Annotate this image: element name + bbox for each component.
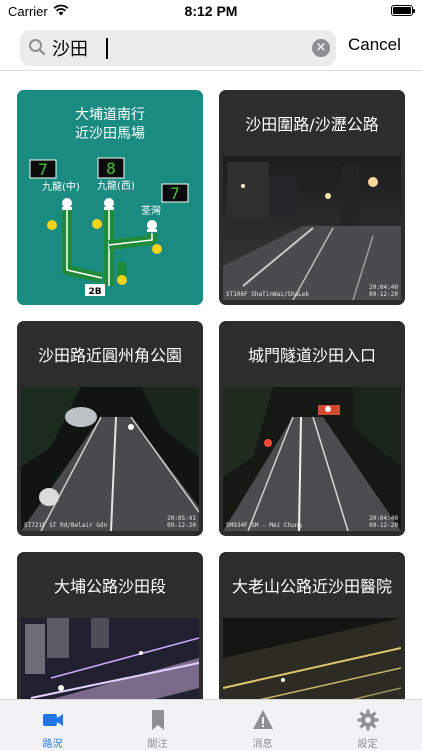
- camera-card[interactable]: 大老山公路近沙田醫院: [219, 552, 405, 699]
- dest-right: 荃灣: [141, 204, 161, 217]
- osd-time: 20:04:40: [369, 284, 398, 291]
- camera-marker: [104, 198, 114, 210]
- camera-title: 大埔公路沙田段: [53, 577, 166, 596]
- map-line1: 大埔道南行: [75, 107, 145, 123]
- osd-date: 09-12-20: [369, 291, 398, 298]
- camera-image: [223, 618, 401, 699]
- text-caret: [106, 38, 108, 59]
- clear-icon[interactable]: ×: [312, 39, 330, 57]
- camera-title: 沙田圍路/沙瀝公路: [245, 115, 379, 134]
- tab-favorites[interactable]: 關注: [105, 700, 210, 751]
- osd-code: ST721F ST Rd/Belair Gdn: [24, 522, 108, 529]
- tab-bar: 路況 關注 消息 設定: [0, 699, 422, 750]
- camera-card[interactable]: 城門隧道沙田入口 SM934F SM - Mei Chung 20:04:40 09…: [219, 321, 405, 536]
- camera-card[interactable]: 大埔道南行 近沙田馬場 7 8 7 九龍(中) 九龍(西) 荃灣 2B: [17, 90, 203, 305]
- osd-time: 20:04:40: [369, 515, 398, 522]
- gear-icon: [315, 709, 420, 731]
- bookmark-icon: [105, 709, 210, 731]
- osd-date: 09-12-20: [167, 522, 196, 529]
- road-sign-map: 大埔道南行 近沙田馬場 7 8 7 九龍(中) 九龍(西) 荃灣 2B: [17, 90, 203, 305]
- camera-image: ST721F ST Rd/Belair Gdn 20:05:41 09-12-20: [21, 387, 199, 531]
- camera-title: 城門隧道沙田入口: [247, 346, 376, 365]
- marker-dot: [92, 219, 102, 229]
- dest-left: 九龍(中): [42, 180, 80, 193]
- tab-label: 設定: [357, 739, 378, 750]
- camera-marker: [147, 220, 157, 232]
- search-field[interactable]: ×: [20, 30, 336, 66]
- tab-label: 消息: [252, 739, 273, 750]
- battery-icon: [391, 5, 415, 16]
- camera-title: 大老山公路近沙田醫院: [231, 577, 392, 596]
- camera-title: 沙田路近圓州角公園: [37, 346, 182, 365]
- marker-dot: [47, 220, 57, 230]
- svg-text:2B: 2B: [88, 287, 101, 297]
- tab-news[interactable]: 消息: [210, 700, 315, 751]
- search-bar: × Cancel: [0, 24, 422, 74]
- route-sign: 2B: [85, 284, 105, 297]
- tab-traffic[interactable]: 路況: [0, 700, 105, 751]
- dest-mid: 九龍(西): [97, 179, 135, 192]
- svg-text:8: 8: [106, 159, 116, 178]
- camera-image: [21, 618, 199, 699]
- speed-sign-right: 7: [161, 183, 189, 203]
- tab-label: 路況: [42, 739, 63, 750]
- svg-text:7: 7: [38, 160, 48, 179]
- status-bar: Carrier 8:12 PM: [0, 0, 422, 24]
- osd-code: ST106F ShaTinWai/ShaLek: [226, 291, 310, 298]
- speed-sign-left: 7: [29, 159, 57, 179]
- camera-card[interactable]: 沙田圍路/沙瀝公路 ST106F ShaTinWai/ShaLek 20:04:4…: [219, 90, 405, 305]
- tab-settings[interactable]: 設定: [315, 700, 420, 751]
- camera-image: SM934F SM - Mei Chung 20:04:40 09-12-20: [223, 387, 401, 531]
- map-line2: 近沙田馬場: [75, 126, 145, 142]
- speed-sign-mid: 8: [97, 157, 125, 179]
- search-input[interactable]: [52, 33, 302, 63]
- camera-marker: [62, 198, 72, 210]
- tab-label: 關注: [147, 739, 168, 750]
- warning-icon: [210, 709, 315, 731]
- cancel-button[interactable]: Cancel: [348, 35, 401, 55]
- video-camera-icon: [0, 709, 105, 731]
- osd-date: 09-12-20: [369, 522, 398, 529]
- svg-text:7: 7: [170, 184, 180, 203]
- clock: 8:12 PM: [184, 3, 238, 19]
- camera-card[interactable]: 沙田路近圓州角公園 ST721F ST Rd/Belair Gdn 20:05:4…: [17, 321, 203, 536]
- camera-card[interactable]: 大埔公路沙田段: [17, 552, 203, 699]
- osd-code: SM934F SM - Mei Chung: [226, 522, 302, 529]
- camera-image: ST106F ShaTinWai/ShaLek 20:04:40 09-12-20: [223, 156, 401, 300]
- marker-dot: [152, 244, 162, 254]
- search-icon: [28, 38, 46, 60]
- camera-grid[interactable]: 大埔道南行 近沙田馬場 7 8 7 九龍(中) 九龍(西) 荃灣 2B 沙田圍路…: [0, 71, 422, 699]
- marker-dot: [117, 275, 127, 285]
- osd-time: 20:05:41: [167, 515, 196, 522]
